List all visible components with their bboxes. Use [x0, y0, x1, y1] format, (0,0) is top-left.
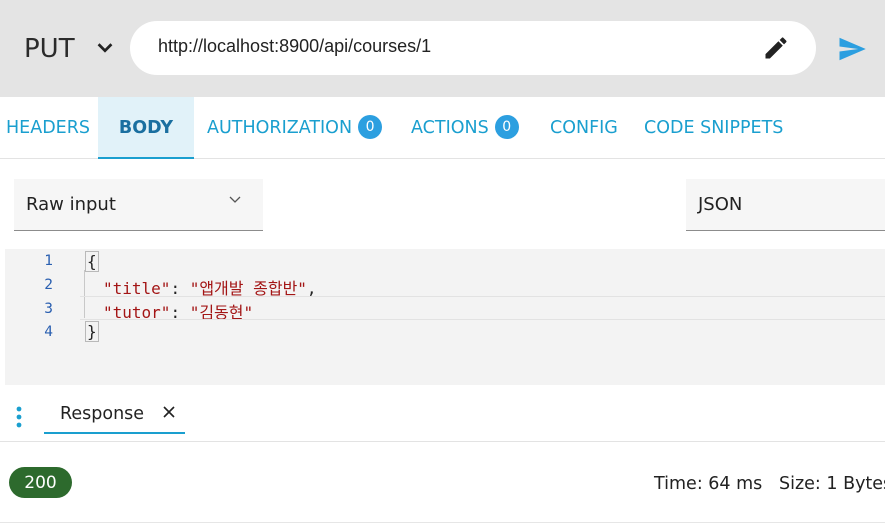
active-line-top [80, 296, 885, 297]
chevron-down-icon [229, 196, 241, 203]
more-vertical-icon[interactable] [16, 406, 22, 428]
body-editor[interactable]: 1 2 3 4 { "title": "앱개발 종합반", "tutor": "… [5, 249, 885, 385]
response-meta: Time: 64 ms Size: 1 Bytes [654, 474, 885, 494]
tab-response[interactable]: Response [44, 386, 185, 434]
url-input[interactable]: http://localhost:8900/api/courses/1 [130, 21, 816, 75]
code-line-1: { [85, 251, 99, 272]
tab-authorization[interactable]: AUTHORIZATION 0 [207, 97, 383, 157]
request-bar: PUT http://localhost:8900/api/courses/1 [0, 0, 885, 97]
active-line-bottom [80, 319, 885, 320]
line-number: 2 [44, 277, 53, 293]
content-type-select[interactable]: JSON [686, 179, 885, 231]
actions-count-badge: 0 [494, 115, 519, 139]
request-tabs: HEADERS BODY AUTHORIZATION 0 ACTIONS 0 CON… [0, 97, 885, 159]
line-number: 4 [44, 324, 53, 340]
pencil-icon[interactable] [762, 34, 790, 62]
authorization-count-badge: 0 [358, 115, 383, 139]
url-text[interactable]: http://localhost:8900/api/courses/1 [158, 36, 431, 57]
content-type-value: JSON [698, 194, 743, 215]
response-size: Size: 1 Bytes [778, 474, 885, 494]
tab-body[interactable]: BODY [98, 97, 194, 159]
tab-code-snippets[interactable]: CODE SNIPPETS [644, 97, 783, 157]
code-line-4: } [85, 321, 99, 342]
tab-actions[interactable]: ACTIONS 0 [411, 97, 519, 157]
input-type-value: Raw input [26, 194, 116, 215]
tab-headers[interactable]: HEADERS [6, 97, 90, 157]
tab-config[interactable]: CONFIG [550, 97, 618, 157]
line-number: 1 [44, 253, 53, 269]
body-input-type-select[interactable]: Raw input [14, 179, 263, 231]
method-label[interactable]: PUT [24, 34, 75, 64]
chevron-down-icon[interactable] [94, 36, 116, 58]
response-tabs: Response [0, 386, 885, 442]
response-time: Time: 64 ms [654, 474, 763, 494]
status-badge: 200 [9, 467, 72, 498]
send-icon[interactable] [836, 34, 868, 64]
divider [0, 522, 885, 523]
indent-guide [84, 270, 85, 318]
response-tab-label: Response [60, 404, 145, 424]
line-number: 3 [44, 301, 53, 317]
close-icon[interactable] [162, 405, 176, 419]
